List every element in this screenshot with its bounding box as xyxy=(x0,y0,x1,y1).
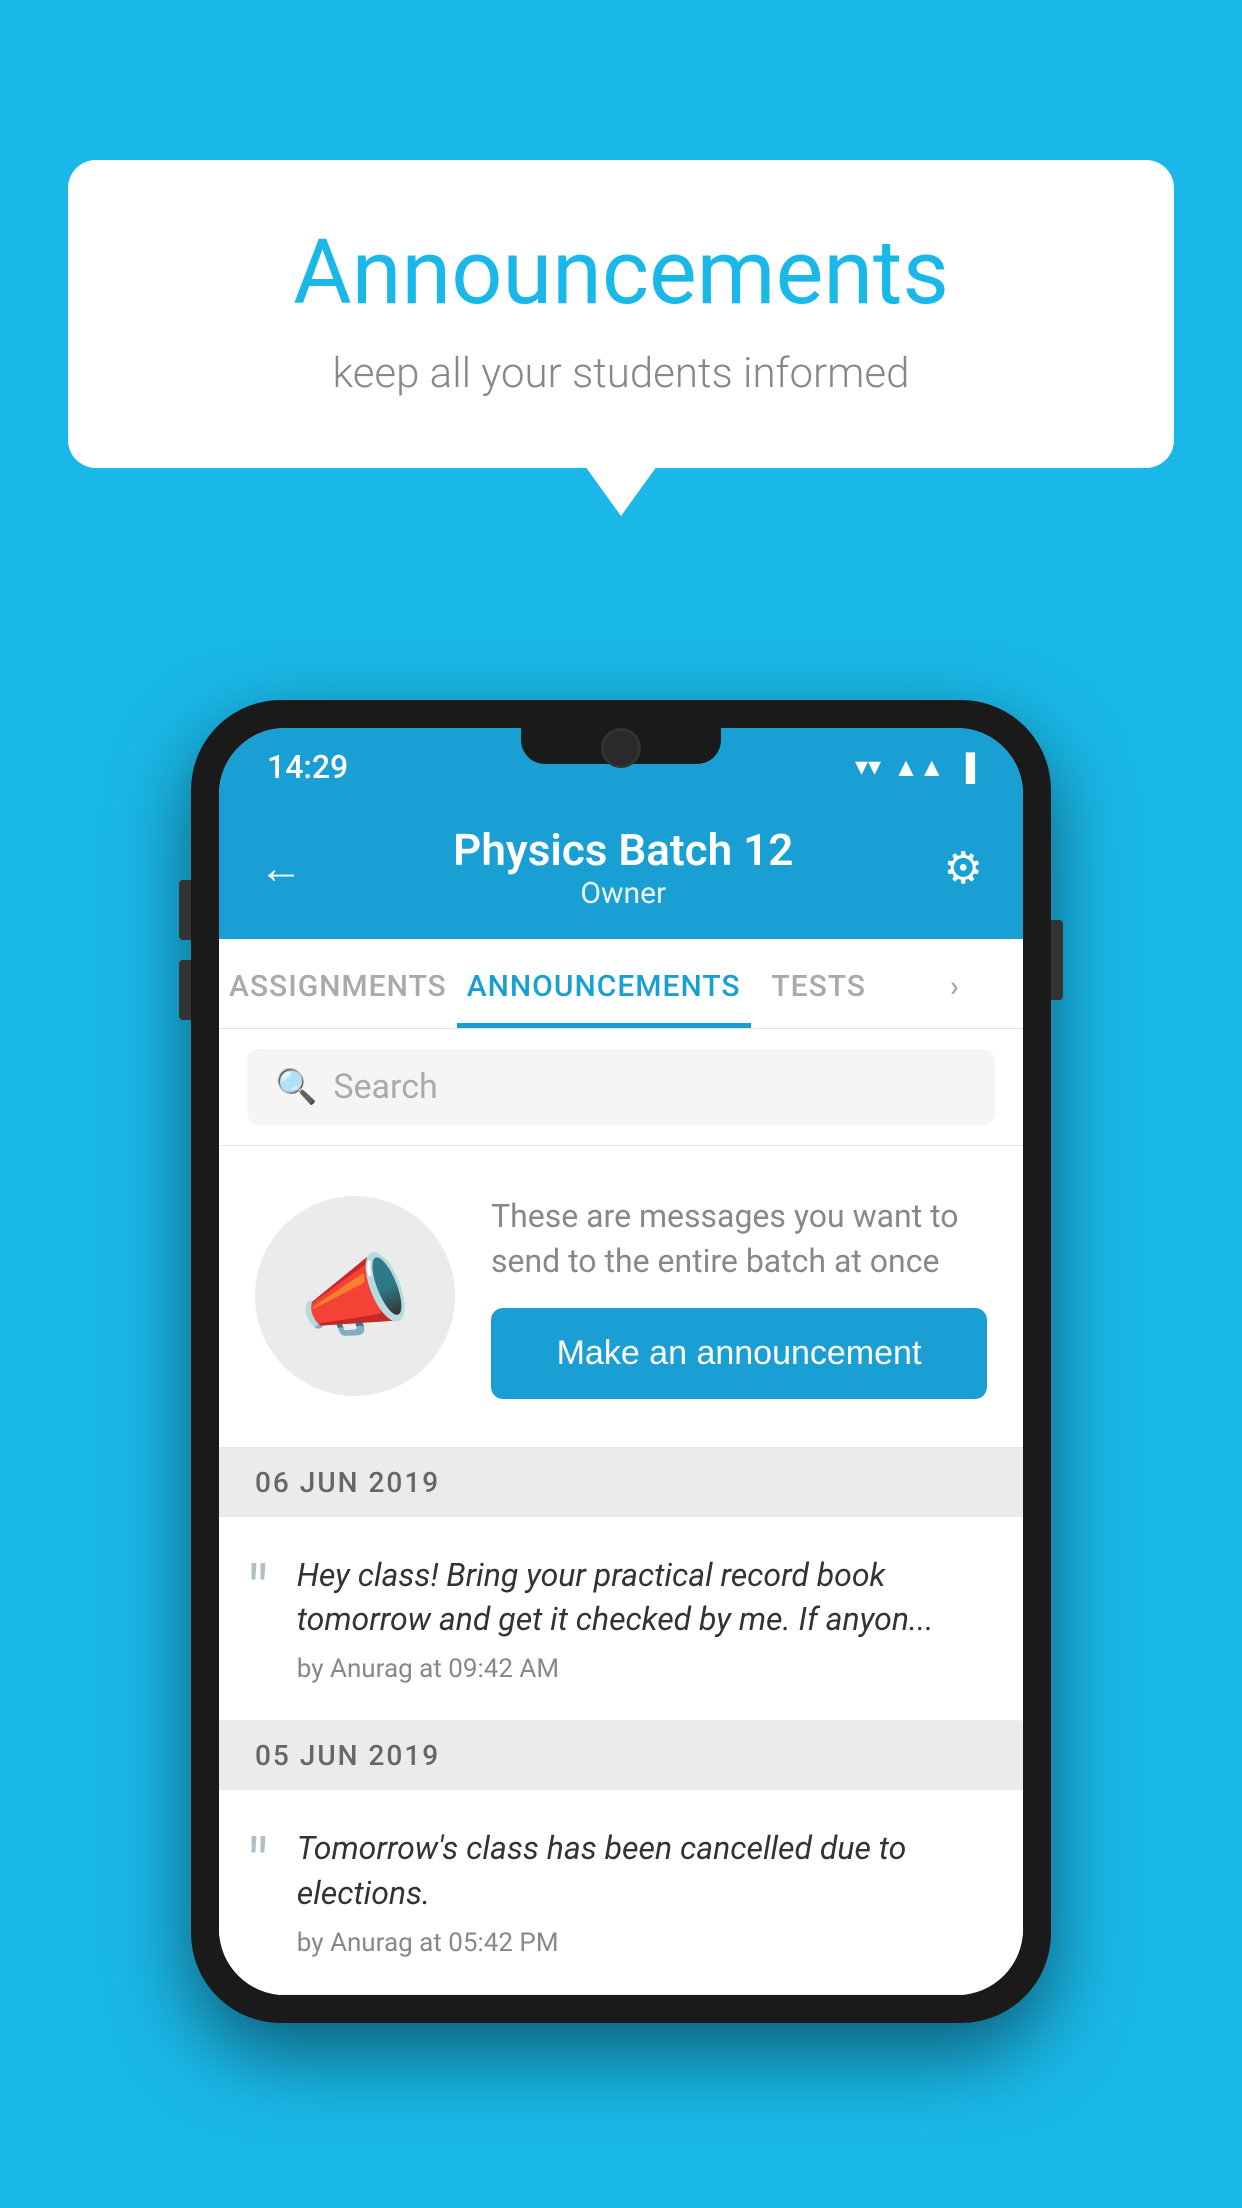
date-separator-1: 06 JUN 2019 xyxy=(219,1448,1023,1517)
date-separator-2: 05 JUN 2019 xyxy=(219,1721,1023,1790)
volume-up-button xyxy=(179,880,191,940)
power-button xyxy=(1051,920,1063,1000)
date-label-2: 05 JUN 2019 xyxy=(255,1739,440,1772)
megaphone-circle: 📣 xyxy=(255,1196,455,1396)
phone-outer: 14:29 ▾▾ ▲▲ ▐ ← Physics Batch 12 Owner ⚙ xyxy=(191,700,1051,2023)
announcement-content-1: Hey class! Bring your practical record b… xyxy=(297,1553,987,1685)
signal-icon: ▲▲ xyxy=(893,752,944,783)
content-area: 🔍 Search 📣 These are messages you want t… xyxy=(219,1029,1023,1995)
announcement-item-1[interactable]: " Hey class! Bring your practical record… xyxy=(219,1517,1023,1722)
status-time: 14:29 xyxy=(267,748,348,786)
phone-mockup: 14:29 ▾▾ ▲▲ ▐ ← Physics Batch 12 Owner ⚙ xyxy=(191,700,1051,2023)
quote-icon-2: " xyxy=(247,1830,269,1898)
phone-screen: 14:29 ▾▾ ▲▲ ▐ ← Physics Batch 12 Owner ⚙ xyxy=(219,728,1023,1995)
quote-icon-1: " xyxy=(247,1557,269,1625)
bubble-subtitle: keep all your students informed xyxy=(148,349,1094,398)
megaphone-icon: 📣 xyxy=(299,1244,411,1349)
tab-assignments[interactable]: ASSIGNMENTS xyxy=(219,939,457,1028)
search-icon: 🔍 xyxy=(275,1067,317,1107)
tabs-bar: ASSIGNMENTS ANNOUNCEMENTS TESTS › xyxy=(219,939,1023,1029)
announcement-description: These are messages you want to send to t… xyxy=(491,1194,987,1284)
header-subtitle: Owner xyxy=(453,876,793,911)
back-button[interactable]: ← xyxy=(259,842,303,894)
announcement-item-2[interactable]: " Tomorrow's class has been cancelled du… xyxy=(219,1790,1023,1995)
tab-announcements[interactable]: ANNOUNCEMENTS xyxy=(457,939,751,1028)
settings-icon[interactable]: ⚙ xyxy=(944,842,983,894)
tab-more[interactable]: › xyxy=(887,939,1023,1028)
header-center: Physics Batch 12 Owner xyxy=(453,824,793,911)
announcement-meta-2: by Anurag at 05:42 PM xyxy=(297,1928,987,1958)
speech-bubble-section: Announcements keep all your students inf… xyxy=(68,160,1174,468)
announcement-right: These are messages you want to send to t… xyxy=(491,1194,987,1399)
date-label-1: 06 JUN 2019 xyxy=(255,1466,440,1499)
announcement-prompt: 📣 These are messages you want to send to… xyxy=(219,1146,1023,1448)
battery-icon: ▐ xyxy=(957,752,975,783)
search-placeholder: Search xyxy=(333,1067,437,1107)
header-title: Physics Batch 12 xyxy=(453,824,793,876)
announcement-text-1: Hey class! Bring your practical record b… xyxy=(297,1553,987,1643)
announcement-meta-1: by Anurag at 09:42 AM xyxy=(297,1654,987,1684)
announcement-content-2: Tomorrow's class has been cancelled due … xyxy=(297,1826,987,1958)
tab-tests[interactable]: TESTS xyxy=(751,939,887,1028)
search-input-container[interactable]: 🔍 Search xyxy=(247,1049,995,1125)
bubble-title: Announcements xyxy=(148,220,1094,325)
wifi-icon: ▾▾ xyxy=(855,752,881,782)
search-bar: 🔍 Search xyxy=(219,1029,1023,1146)
status-icons: ▾▾ ▲▲ ▐ xyxy=(855,752,975,783)
speech-bubble-card: Announcements keep all your students inf… xyxy=(68,160,1174,468)
make-announcement-button[interactable]: Make an announcement xyxy=(491,1308,987,1399)
phone-camera xyxy=(601,728,641,768)
announcement-text-2: Tomorrow's class has been cancelled due … xyxy=(297,1826,987,1916)
app-header: ← Physics Batch 12 Owner ⚙ xyxy=(219,800,1023,939)
volume-down-button xyxy=(179,960,191,1020)
